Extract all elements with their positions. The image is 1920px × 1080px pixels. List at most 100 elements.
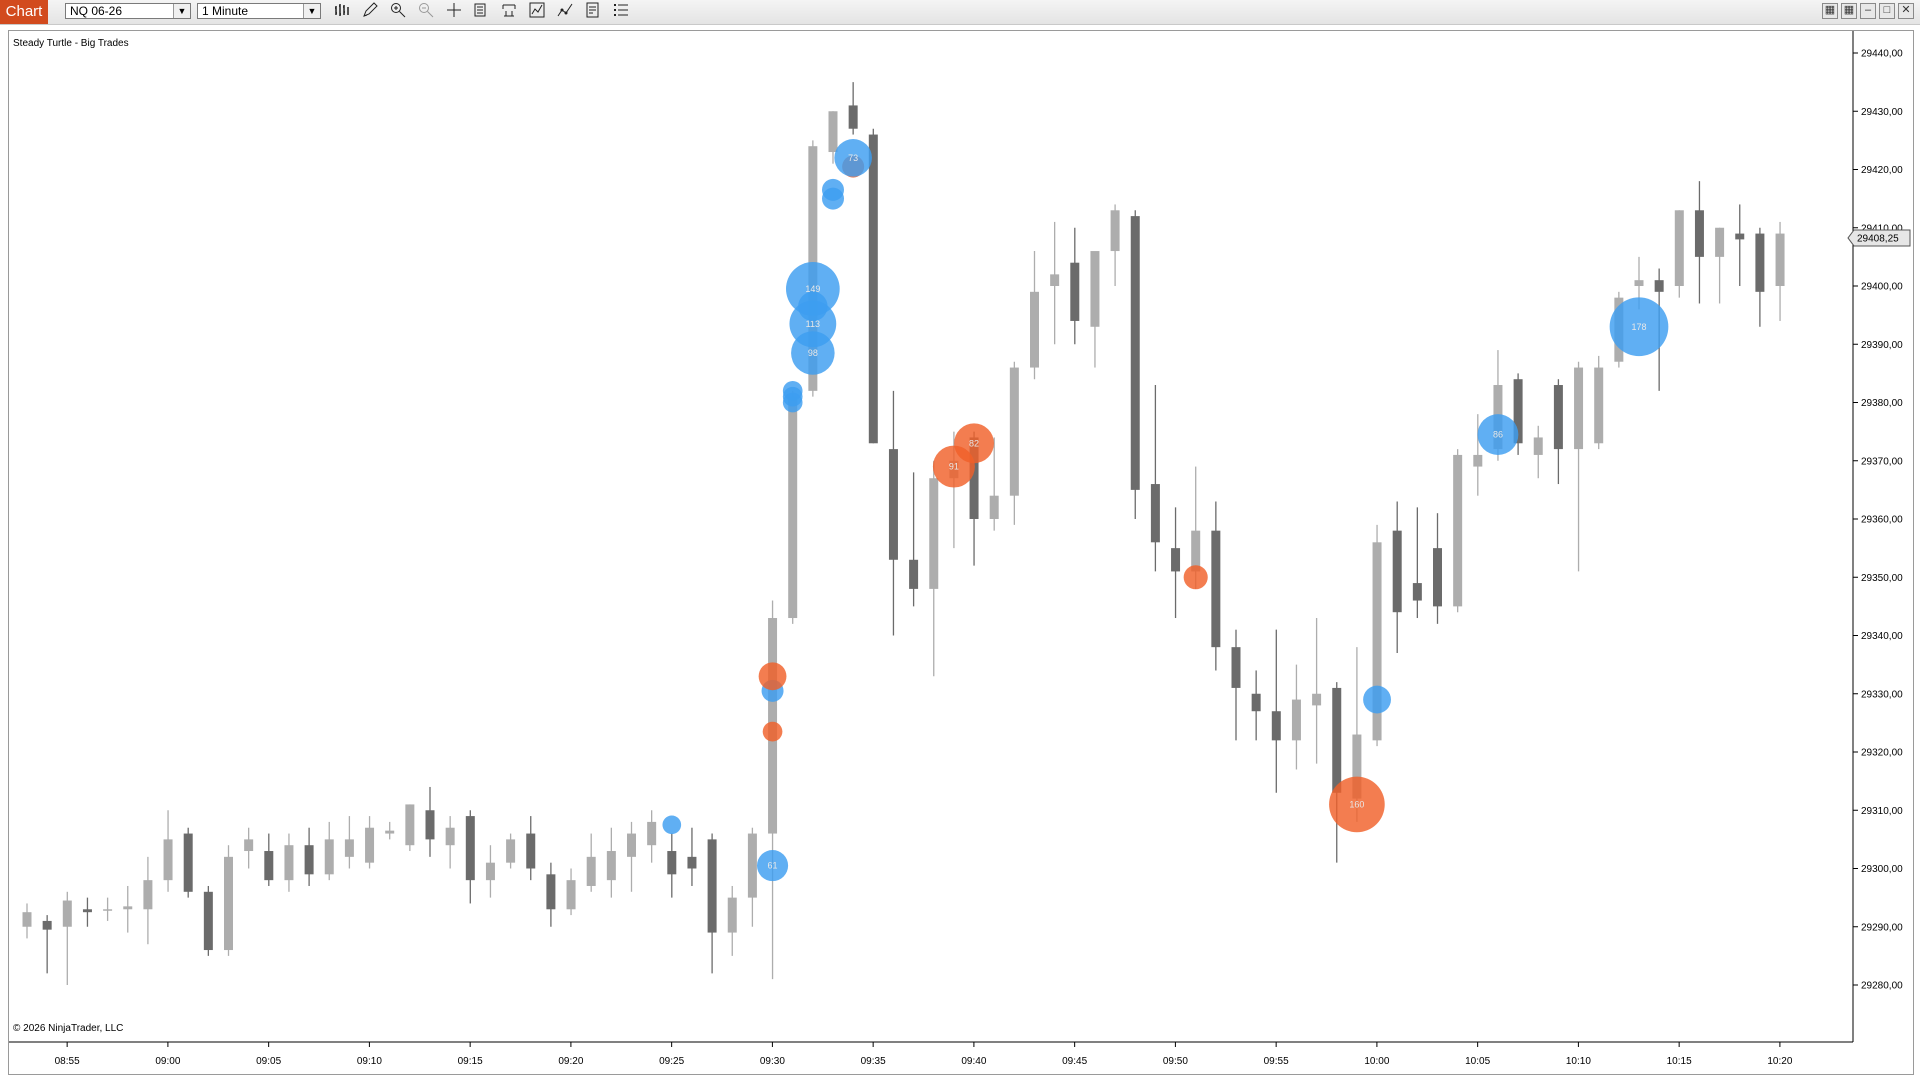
candle-body [62, 900, 72, 927]
candle [566, 868, 576, 916]
time-tick-label: 09:10 [357, 1056, 382, 1067]
price-tick-label: 29360,00 [1861, 515, 1903, 526]
time-tick-label: 09:25 [659, 1056, 684, 1067]
candle [365, 816, 375, 869]
time-tick-label: 09:20 [558, 1056, 583, 1067]
price-tick-label: 29300,00 [1861, 864, 1903, 875]
candle [264, 833, 274, 886]
buy-trade-bubble [1363, 685, 1391, 714]
current-price-tag: 29408,25 [1847, 229, 1911, 247]
price-tick-label: 29420,00 [1861, 165, 1903, 176]
candle-body [1312, 693, 1322, 706]
candle [1110, 204, 1120, 286]
price-tick-label: 29430,00 [1861, 107, 1903, 118]
time-tick-label: 10:00 [1364, 1056, 1389, 1067]
candle-body [365, 827, 375, 863]
candle-body [667, 851, 677, 875]
candle-body [868, 134, 878, 444]
candle-body [606, 851, 616, 881]
candle-body [586, 856, 596, 886]
bubble-label: 149 [805, 284, 820, 294]
candle-body [1453, 454, 1463, 607]
candle [1291, 664, 1301, 770]
candle [1433, 513, 1442, 624]
candle [143, 856, 153, 945]
buy-trade-bubble: 61 [756, 850, 789, 882]
candle-body [546, 874, 556, 910]
candle [1412, 507, 1422, 619]
candle [1574, 361, 1584, 572]
candle [284, 833, 294, 892]
candle-body [1090, 251, 1100, 327]
candle [1150, 385, 1160, 572]
candle [1312, 618, 1322, 764]
candle-body [143, 880, 153, 910]
time-tick-label: 09:05 [256, 1056, 281, 1067]
buy-trade-bubble: 73 [834, 139, 872, 177]
candle [1070, 227, 1080, 345]
candle-body [1070, 262, 1080, 321]
candle-body [1050, 274, 1060, 286]
candle-body [324, 839, 334, 875]
candle-body [1251, 693, 1261, 712]
candle [788, 390, 798, 624]
time-tick-label: 09:30 [760, 1056, 785, 1067]
candle [1030, 251, 1039, 380]
candle [1090, 251, 1100, 368]
candle [768, 600, 778, 980]
time-tick-label: 10:10 [1566, 1056, 1591, 1067]
candle-body [244, 839, 254, 852]
candle [405, 804, 415, 852]
candle-body [1412, 583, 1422, 601]
candle-body [1271, 711, 1281, 741]
candle-body [788, 396, 798, 619]
buy-trade-bubble: 149 [785, 262, 840, 316]
candle-body [1433, 548, 1442, 607]
candle [929, 460, 939, 677]
candle [1533, 425, 1543, 479]
candle-body [566, 880, 576, 910]
candle-body [42, 920, 52, 930]
time-tick-label: 08:55 [55, 1056, 80, 1067]
candle [183, 827, 193, 898]
bubble-circle [762, 721, 783, 742]
candle-body [1553, 385, 1563, 450]
price-tick-label: 29350,00 [1861, 573, 1903, 584]
candle-body [1735, 233, 1745, 240]
candle [1130, 210, 1140, 519]
candle-body [465, 816, 475, 881]
sell-trade-bubble [758, 662, 787, 691]
candle-body [1130, 216, 1140, 490]
candle-body [1715, 227, 1725, 257]
candle [606, 827, 616, 898]
time-tick-label: 09:35 [861, 1056, 886, 1067]
time-tick-label: 09:40 [961, 1056, 986, 1067]
candle [445, 816, 455, 869]
bubble-label: 61 [768, 861, 778, 871]
candle [868, 128, 878, 444]
price-tick-label: 29340,00 [1861, 631, 1903, 642]
bubble-label: 178 [1631, 322, 1646, 332]
price-chart[interactable]: 29440,0029430,0029420,0029410,0029400,00… [0, 0, 1920, 1080]
candle-body [506, 839, 516, 863]
candle [123, 885, 133, 933]
candle-body [1594, 367, 1604, 444]
candle [1231, 629, 1241, 741]
bubble-circle [822, 178, 844, 201]
candle [1735, 204, 1745, 286]
candle-body [687, 856, 697, 869]
candle-body [1755, 233, 1765, 292]
copyright-label: © 2026 NinjaTrader, LLC [13, 1023, 123, 1034]
candle [1674, 210, 1684, 298]
candle-body [284, 845, 294, 881]
sell-trade-bubble: 82 [954, 423, 994, 464]
time-tick-label: 09:15 [458, 1056, 483, 1067]
candle [224, 845, 233, 956]
candle-body [627, 833, 636, 857]
candle [1009, 361, 1019, 525]
candle-body [405, 804, 415, 846]
candle-body [929, 478, 939, 589]
buy-trade-bubble: 178 [1609, 297, 1669, 357]
price-tick-label: 29320,00 [1861, 748, 1903, 759]
bubble-circle [782, 381, 803, 401]
